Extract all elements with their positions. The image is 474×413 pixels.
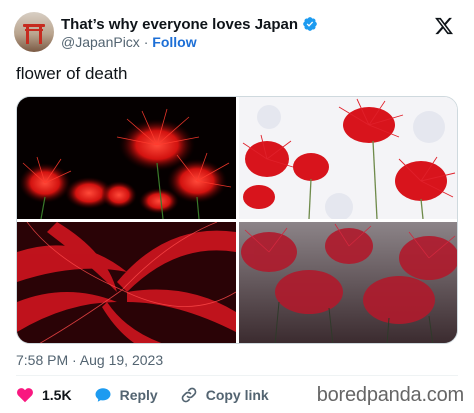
copy-link-button[interactable]: Copy link <box>180 386 269 404</box>
heart-icon <box>17 388 33 403</box>
author-handle-row: @JapanPicx · Follow <box>61 34 197 50</box>
tweet-header: That’s why everyone loves Japan @JapanPi… <box>14 12 460 54</box>
tweet-timestamp[interactable]: 7:58 PM · Aug 19, 2023 <box>16 352 163 368</box>
media-image-4[interactable] <box>239 222 457 343</box>
media-image-1[interactable] <box>17 97 236 219</box>
divider <box>16 375 458 376</box>
media-image-3[interactable] <box>17 222 236 343</box>
x-logo-icon[interactable] <box>434 16 454 36</box>
like-button[interactable]: 1.5K <box>16 386 72 404</box>
speech-bubble-icon <box>95 388 111 402</box>
torii-gate-icon <box>23 24 45 44</box>
author-display-name[interactable]: That’s why everyone loves Japan <box>61 16 298 33</box>
author-handle[interactable]: @JapanPicx <box>61 34 140 50</box>
reply-button[interactable]: Reply <box>94 386 158 404</box>
link-icon <box>181 387 197 403</box>
handle-separator: · <box>139 34 153 50</box>
like-count: 1.5K <box>42 387 72 403</box>
author-name-row: That’s why everyone loves Japan <box>61 15 318 33</box>
follow-button[interactable]: Follow <box>152 34 196 50</box>
media-image-2[interactable] <box>239 97 457 219</box>
avatar[interactable] <box>14 12 54 52</box>
reply-label: Reply <box>119 387 158 403</box>
watermark: boredpanda.com <box>316 384 465 406</box>
action-bar: 1.5K Reply Copy link <box>16 385 291 405</box>
copy-link-label: Copy link <box>205 387 269 403</box>
verified-badge-icon <box>303 17 317 31</box>
media-grid <box>16 96 458 344</box>
tweet-text: flower of death <box>16 64 128 83</box>
